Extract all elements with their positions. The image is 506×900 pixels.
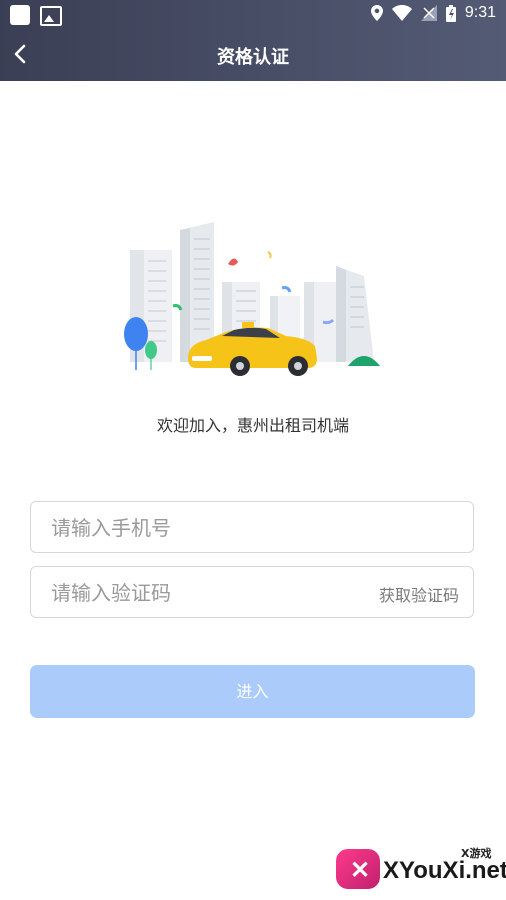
page-title: 资格认证 bbox=[217, 47, 289, 68]
code-input[interactable] bbox=[49, 567, 353, 619]
status-bar-left bbox=[10, 5, 62, 26]
location-icon bbox=[370, 5, 383, 21]
image-icon bbox=[40, 6, 62, 26]
status-time: 9:31 bbox=[464, 4, 496, 21]
wifi-icon bbox=[391, 5, 412, 21]
phone-field bbox=[30, 501, 474, 554]
phone-input[interactable] bbox=[49, 502, 353, 554]
battery-icon bbox=[445, 4, 456, 22]
enter-button[interactable]: 进入 bbox=[30, 665, 475, 718]
code-field: 获取验证码 bbox=[30, 566, 474, 619]
gamepad-icon: ✕ bbox=[350, 857, 371, 884]
taxi-city-illustration bbox=[124, 222, 380, 376]
get-code-button[interactable]: 获取验证码 bbox=[379, 582, 459, 606]
welcome-text: 欢迎加入，惠州出租司机端 bbox=[156, 416, 349, 435]
watermark-logo: ✕ bbox=[336, 849, 380, 889]
status-bar-right: 9:31 bbox=[370, 4, 496, 22]
signal-icon bbox=[420, 5, 437, 21]
title-bar: 资格认证 bbox=[0, 30, 506, 81]
watermark-text: XYouXi.net bbox=[383, 857, 506, 884]
status-bar: 9:31 bbox=[0, 0, 506, 30]
watermark: ✕ X游戏 XYouXi.net bbox=[333, 845, 506, 895]
app-icon bbox=[10, 5, 30, 25]
